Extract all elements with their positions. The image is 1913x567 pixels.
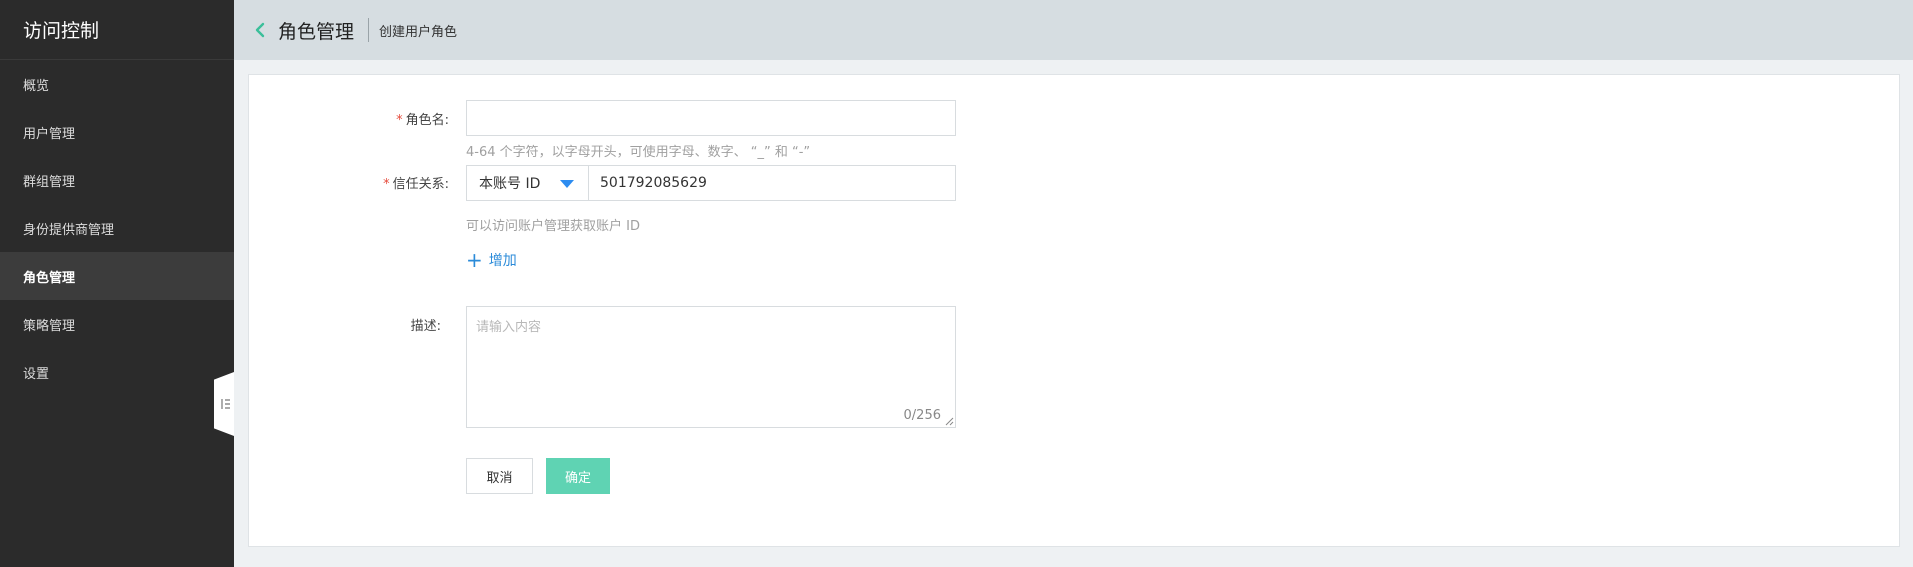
sidebar-item-label: 群组管理 [23, 174, 76, 190]
resize-grip-icon[interactable] [944, 416, 954, 426]
sidebar-item-settings[interactable]: 设置 [0, 348, 234, 396]
sidebar-item-label: 身份提供商管理 [23, 222, 115, 238]
sidebar-item-label: 角色管理 [23, 270, 76, 286]
cancel-button[interactable]: 取消 [466, 458, 533, 494]
confirm-button[interactable]: 确定 [546, 458, 610, 494]
required-mark: * [396, 113, 403, 128]
form-panel: * 角色名: 4-64 个字符，以字母开头，可使用字母、数字、 “_” 和 “-”… [248, 74, 1900, 547]
page-header: 角色管理 创建用户角色 [234, 0, 1913, 60]
sidebar-item-groups[interactable]: 群组管理 [0, 156, 234, 204]
sidebar-item-label: 设置 [23, 366, 50, 382]
app-title: 访问控制 [0, 0, 234, 60]
sidebar-item-label: 用户管理 [23, 126, 76, 142]
sidebar-item-label: 概览 [23, 78, 50, 94]
sidebar-item-identity-providers[interactable]: 身份提供商管理 [0, 204, 234, 252]
trust-type-select[interactable]: 本账号 ID [466, 165, 589, 201]
trust-hint: 可以访问账户管理获取账户 ID [466, 219, 640, 234]
chevron-left-icon [255, 22, 265, 38]
sidebar-item-users[interactable]: 用户管理 [0, 108, 234, 156]
required-mark: * [383, 177, 390, 192]
trust-label: * 信任关系: [249, 173, 449, 192]
sidebar-item-policies[interactable]: 策略管理 [0, 300, 234, 348]
sidebar-item-label: 策略管理 [23, 318, 76, 334]
role-name-label-text: 角色名: [405, 113, 449, 128]
dropdown-caret-icon [560, 180, 574, 188]
description-label: 描述: [410, 319, 441, 334]
role-name-hint: 4-64 个字符，以字母开头，可使用字母、数字、 “_” 和 “-” [466, 145, 811, 160]
description-textarea[interactable] [467, 307, 955, 427]
add-trust-button[interactable]: + 增加 [466, 250, 517, 270]
role-name-input[interactable] [466, 100, 956, 136]
trust-type-value: 本账号 ID [479, 176, 541, 192]
description-field: 0/256 [466, 306, 956, 428]
char-counter: 0/256 [903, 408, 941, 423]
collapse-sidebar-icon [221, 399, 230, 409]
page-subtitle: 创建用户角色 [379, 24, 458, 40]
add-trust-label: 增加 [488, 253, 517, 269]
plus-icon: + [466, 248, 483, 272]
header-divider [368, 18, 370, 42]
trust-label-text: 信任关系: [392, 177, 449, 192]
sidebar-item-roles[interactable]: 角色管理 [0, 252, 234, 300]
page-title: 角色管理 [278, 20, 355, 43]
account-id-input[interactable] [588, 165, 956, 201]
sidebar-item-overview[interactable]: 概览 [0, 60, 234, 108]
sidebar: 访问控制 概览 用户管理 群组管理 身份提供商管理 角色管理 策略管理 设置 [0, 0, 234, 567]
back-button[interactable] [250, 20, 270, 40]
sidebar-nav: 概览 用户管理 群组管理 身份提供商管理 角色管理 策略管理 设置 [0, 60, 234, 396]
role-name-label: * 角色名: [249, 109, 449, 128]
sidebar-collapse-button[interactable] [214, 372, 234, 436]
